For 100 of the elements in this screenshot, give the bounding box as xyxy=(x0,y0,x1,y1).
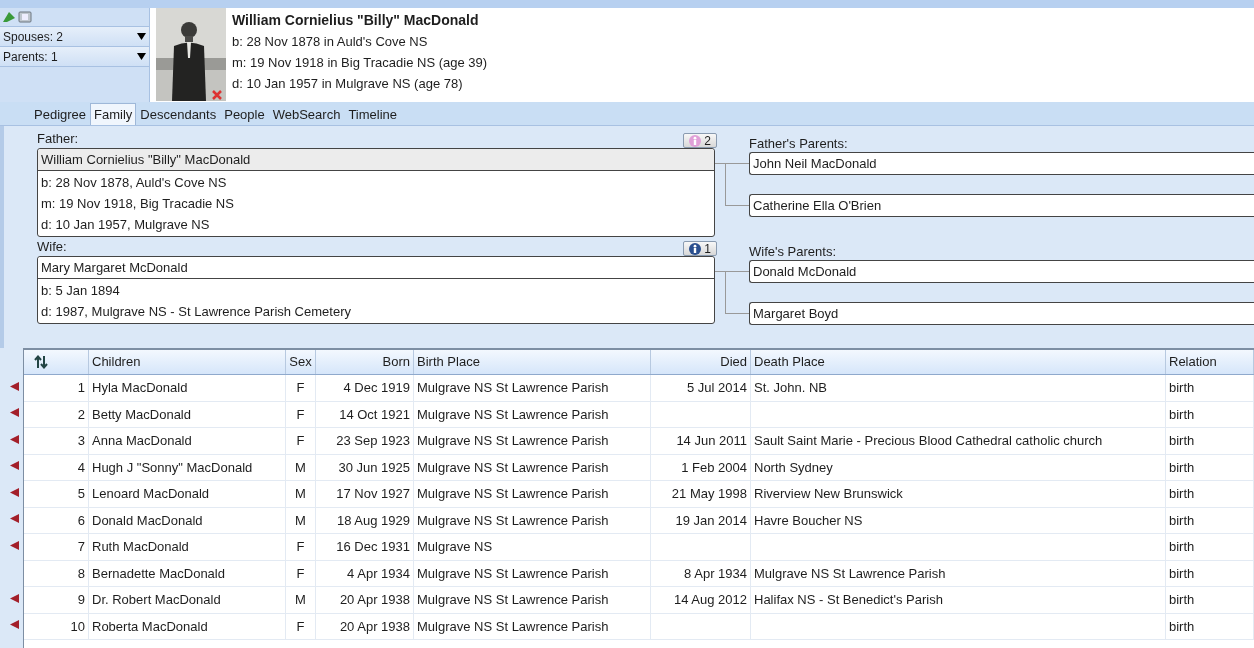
spouse-name[interactable]: William Cornielius "Billy" MacDonald xyxy=(38,149,714,171)
media-icon[interactable] xyxy=(18,11,32,23)
row-number: 6 xyxy=(24,507,89,533)
tab[interactable]: Descendants xyxy=(136,105,221,125)
column-header[interactable]: Sex xyxy=(286,350,316,374)
table-cell: Mulgrave NS St Lawrence Parish xyxy=(417,406,609,422)
spouse-count-button[interactable]: 2 xyxy=(683,133,717,148)
table-cell: Mulgrave NS St Lawrence Parish xyxy=(417,433,609,448)
table-cell: birth xyxy=(1169,380,1195,395)
tab[interactable]: Pedigree xyxy=(30,105,91,125)
row-number: 9 xyxy=(24,587,89,613)
table-cell: birth xyxy=(1169,512,1195,528)
person-icon xyxy=(689,242,702,255)
fact-line: d: 1987, Mulgrave NS - St Lawrence Parish Cemetery xyxy=(41,303,352,321)
table-cell: Sault Saint Marie - Precious Blood Cathedral catholic church xyxy=(754,433,1103,448)
table-cell: Mulgrave NS St Lawrence Parish xyxy=(417,512,609,528)
table-cell: M xyxy=(295,512,306,528)
column-header[interactable]: Children xyxy=(89,350,286,374)
parents-label: Wife's Parents: xyxy=(749,243,837,260)
table-cell: St. John. NB xyxy=(754,380,827,395)
table-cell: Mulgrave NS St Lawrence Parish xyxy=(417,486,609,501)
table-cell: Riverview New Brunswick xyxy=(754,486,903,501)
descendants-arrow-icon[interactable] xyxy=(10,434,19,444)
row-number: 7 xyxy=(24,534,89,560)
parent-name[interactable]: Catherine Ella O'Brien xyxy=(749,194,1254,217)
table-cell: Donald MacDonald xyxy=(92,512,203,528)
table-cell: 5 Jul 2014 xyxy=(687,380,747,395)
parent-name[interactable]: Margaret Boyd xyxy=(749,302,1254,325)
table-cell: 19 Jan 2014 xyxy=(675,512,747,528)
descendants-arrow-icon[interactable] xyxy=(10,381,19,391)
table-cell: Mulgrave NS St Lawrence Parish xyxy=(417,592,609,607)
row-number: 8 xyxy=(24,560,89,586)
table-cell: Mulgrave NS xyxy=(417,539,493,554)
dropdown[interactable]: Spouses: 2 xyxy=(0,26,149,46)
column-header[interactable]: Relation xyxy=(1166,350,1254,374)
table-cell: F xyxy=(296,406,305,422)
table-cell: 17 Nov 1927 xyxy=(336,486,410,501)
person-card[interactable]: William Cornielius "Billy" MacDonald b: 28 Nov 1878, Auld's Cove NS m: 19 Nov 1918, Big Tracadie NS d: 10 Jan 1957, Mulgrave NS xyxy=(37,148,715,237)
row-number: 3 xyxy=(24,428,89,454)
delete-icon[interactable] xyxy=(212,90,222,100)
person-name: William Cornielius "Billy" MacDonald xyxy=(232,11,480,30)
table-cell: Dr. Robert MacDonald xyxy=(92,592,221,607)
descendants-arrow-icon[interactable] xyxy=(10,540,19,550)
person-fact: d: 10 Jan 1957 in Mulgrave NS (age 78) xyxy=(232,75,464,93)
fact-line: m: 19 Nov 1918, Big Tracadie NS xyxy=(41,195,235,213)
table-cell: F xyxy=(296,380,305,395)
table-cell: F xyxy=(296,539,305,554)
caret-icon xyxy=(137,33,146,40)
person-fact: m: 19 Nov 1918 in Big Tracadie NS (age 39) xyxy=(232,54,488,72)
table-cell: birth xyxy=(1169,406,1195,422)
tree-icon[interactable] xyxy=(2,11,16,23)
table-cell: F xyxy=(296,565,305,581)
person-card[interactable]: Mary Margaret McDonald b: 5 Jan 1894 d: 1987, Mulgrave NS - St Lawrence Parish Cemetery xyxy=(37,256,715,324)
column-header[interactable]: Death Place xyxy=(751,350,1166,374)
descendants-arrow-icon[interactable] xyxy=(10,461,19,471)
person-icon xyxy=(689,134,702,147)
spouse-count-button[interactable]: 1 xyxy=(683,241,717,256)
spouse-name[interactable]: Mary Margaret McDonald xyxy=(38,257,714,279)
table-cell: Mulgrave NS St Lawrence Parish xyxy=(417,459,609,475)
descendants-arrow-icon[interactable] xyxy=(10,514,19,524)
table-cell: Ruth MacDonald xyxy=(92,539,189,554)
dropdown[interactable]: Parents: 1 xyxy=(0,46,149,66)
tab[interactable]: Family xyxy=(90,103,137,125)
table-cell: Hugh J "Sonny" MacDonald xyxy=(92,459,253,475)
table-cell: Roberta MacDonald xyxy=(92,618,208,634)
table-cell: 23 Sep 1923 xyxy=(336,433,410,448)
parents-label: Father's Parents: xyxy=(749,135,849,152)
column-header[interactable]: Died xyxy=(651,350,751,374)
table-cell: Mulgrave NS St Lawrence Parish xyxy=(417,380,609,395)
column-header[interactable]: Born xyxy=(316,350,414,374)
descendants-arrow-icon[interactable] xyxy=(10,593,19,603)
sort-icon[interactable] xyxy=(34,355,48,369)
row-number: 5 xyxy=(24,481,89,507)
tab[interactable]: WebSearch xyxy=(268,105,345,125)
table-cell: Anna MacDonald xyxy=(92,433,192,448)
descendants-arrow-icon[interactable] xyxy=(10,408,19,418)
parent-name[interactable]: John Neil MacDonald xyxy=(749,152,1254,175)
tab[interactable]: Timeline xyxy=(344,105,402,125)
table-cell: 14 Oct 1921 xyxy=(339,406,410,422)
table-cell: Hyla MacDonald xyxy=(92,380,188,395)
table-cell: M xyxy=(295,486,306,501)
table-cell: 4 Apr 1934 xyxy=(347,565,410,581)
table-cell: birth xyxy=(1169,433,1195,448)
table-cell: Mulgrave NS St Lawrence Parish xyxy=(417,565,609,581)
tab[interactable]: People xyxy=(220,105,269,125)
column-header[interactable]: Birth Place xyxy=(414,350,651,374)
descendants-arrow-icon[interactable] xyxy=(10,487,19,497)
table-cell: F xyxy=(296,433,305,448)
table-cell: 21 May 1998 xyxy=(671,486,747,501)
parent-name[interactable]: Donald McDonald xyxy=(749,260,1254,283)
table-cell: Betty MacDonald xyxy=(92,406,191,422)
row-number: 4 xyxy=(24,454,89,480)
table-cell: Mulgrave NS St Lawrence Parish xyxy=(417,618,609,634)
row-number: 2 xyxy=(24,401,89,427)
table-cell: 14 Jun 2011 xyxy=(676,433,747,448)
table-cell: birth xyxy=(1169,486,1195,501)
table-cell: birth xyxy=(1169,539,1195,554)
role-label: Father: xyxy=(37,129,79,148)
table-cell: North Sydney xyxy=(754,459,833,475)
descendants-arrow-icon[interactable] xyxy=(10,620,19,630)
